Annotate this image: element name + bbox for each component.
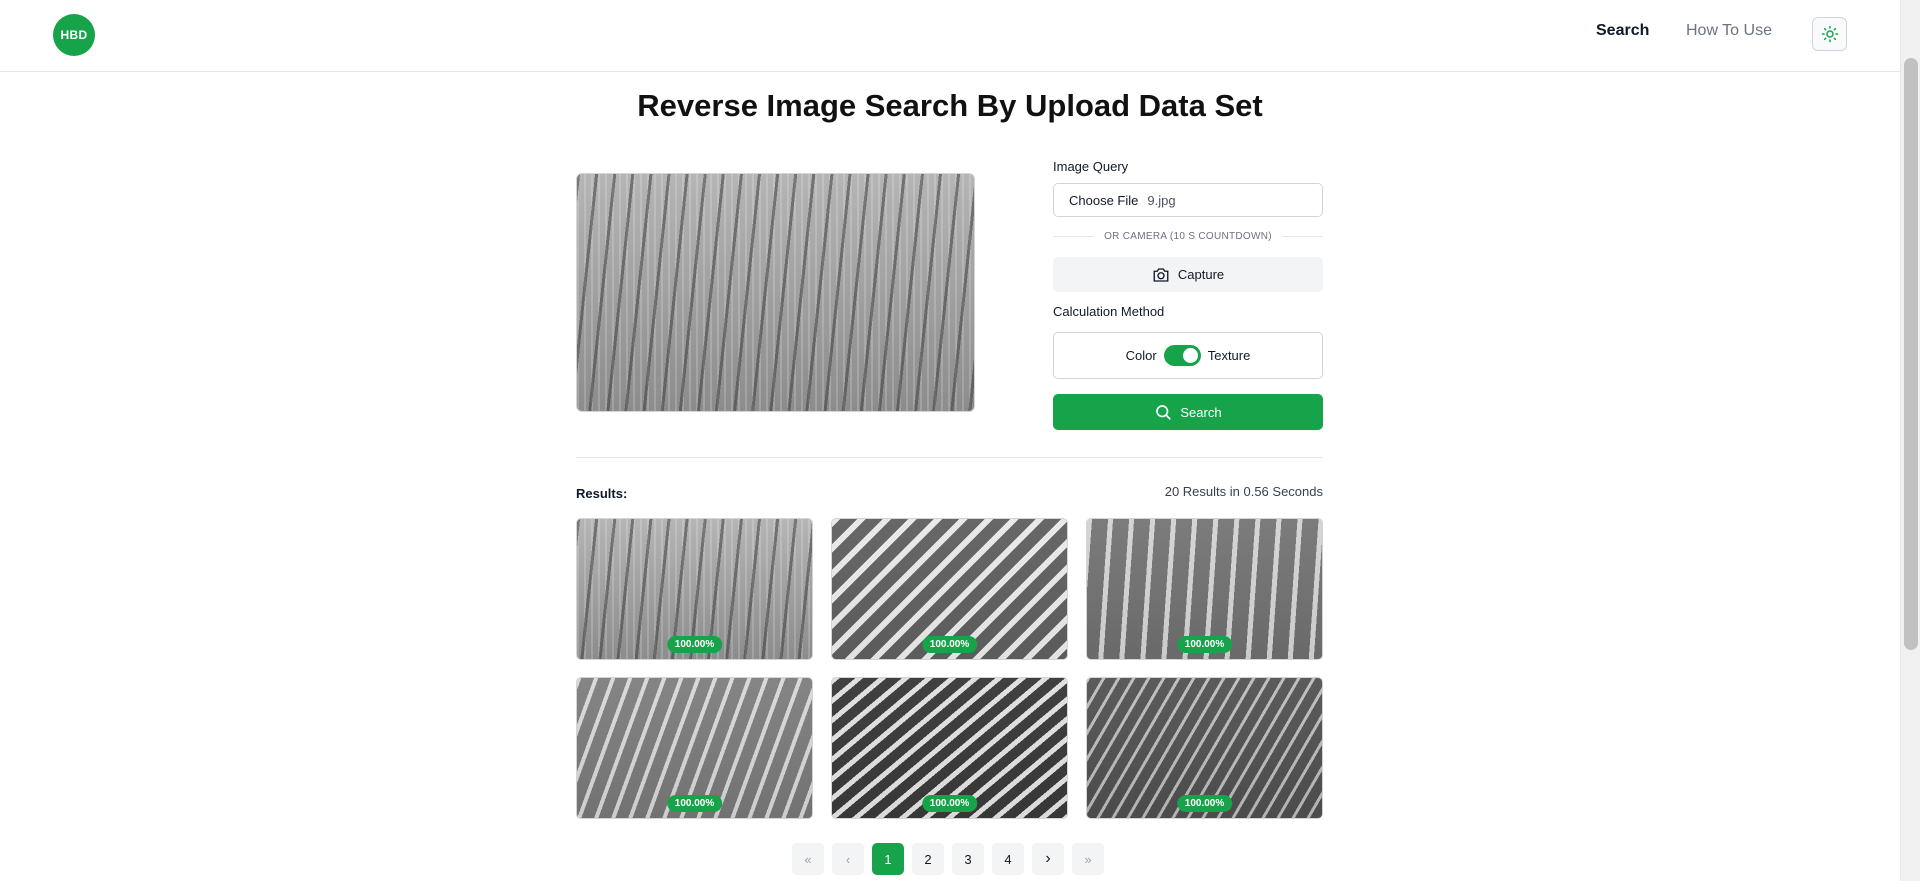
result-card[interactable]: 100.00%: [1086, 677, 1323, 819]
scrollbar-thumb[interactable]: [1904, 58, 1918, 650]
divider-text: OR CAMERA (10 S COUNTDOWN): [1104, 230, 1272, 242]
top-header: HBD Search How To Use: [0, 0, 1900, 72]
result-card[interactable]: 100.00%: [831, 518, 1068, 660]
query-image-preview: [576, 173, 975, 412]
search-button[interactable]: Search: [1053, 394, 1323, 430]
sun-icon: [1821, 25, 1838, 43]
camera-divider: OR CAMERA (10 S COUNTDOWN): [1053, 229, 1323, 243]
pagination-next-button[interactable]: ›: [1032, 843, 1064, 875]
method-texture-label: Texture: [1207, 348, 1251, 363]
pagination-first-button[interactable]: «: [792, 843, 824, 875]
theme-toggle-button[interactable]: [1812, 17, 1847, 51]
nav-how-to-use-link[interactable]: How To Use: [1686, 22, 1772, 40]
method-color-label: Color: [1125, 348, 1157, 363]
section-divider: [576, 457, 1323, 458]
page-scrollbar[interactable]: [1900, 0, 1920, 881]
pagination-page-4[interactable]: 4: [992, 843, 1024, 875]
results-label: Results:: [576, 486, 628, 501]
result-card[interactable]: 100.00%: [576, 518, 813, 660]
search-icon: [1156, 405, 1171, 420]
similarity-badge: 100.00%: [1176, 795, 1233, 812]
divider-line: [1281, 235, 1323, 237]
result-card[interactable]: 100.00%: [831, 677, 1068, 819]
camera-icon: [1153, 267, 1169, 282]
capture-button[interactable]: Capture: [1053, 257, 1323, 292]
pagination-page-2[interactable]: 2: [912, 843, 944, 875]
result-card[interactable]: 100.00%: [576, 677, 813, 819]
file-name: 9.jpg: [1147, 192, 1176, 208]
calculation-method-label: Calculation Method: [1053, 304, 1165, 319]
similarity-badge: 100.00%: [666, 636, 723, 653]
search-label: Search: [1180, 404, 1222, 420]
pagination-prev-button[interactable]: ‹: [832, 843, 864, 875]
capture-label: Capture: [1177, 267, 1225, 282]
similarity-badge: 100.00%: [1176, 636, 1233, 653]
method-toggle[interactable]: [1163, 345, 1201, 366]
divider-line: [1053, 235, 1095, 237]
pagination-last-button[interactable]: »: [1072, 843, 1104, 875]
similarity-badge: 100.00%: [666, 795, 723, 812]
choose-file-button[interactable]: Choose File: [1069, 193, 1138, 208]
calculation-method-selector: Color Texture: [1053, 332, 1323, 379]
results-stats: 20 Results in 0.56 Seconds: [1164, 484, 1323, 499]
toggle-knob: [1182, 348, 1198, 363]
file-input[interactable]: Choose File 9.jpg: [1053, 183, 1323, 217]
pagination-page-3[interactable]: 3: [952, 843, 984, 875]
image-query-label: Image Query: [1053, 159, 1129, 174]
similarity-badge: 100.00%: [921, 636, 978, 653]
page-title: Reverse Image Search By Upload Data Set: [637, 88, 1263, 123]
logo[interactable]: HBD: [53, 14, 95, 56]
similarity-badge: 100.00%: [921, 795, 978, 812]
nav-search-link[interactable]: Search: [1596, 22, 1649, 40]
result-card[interactable]: 100.00%: [1086, 518, 1323, 660]
pagination-page-1[interactable]: 1: [872, 843, 904, 875]
